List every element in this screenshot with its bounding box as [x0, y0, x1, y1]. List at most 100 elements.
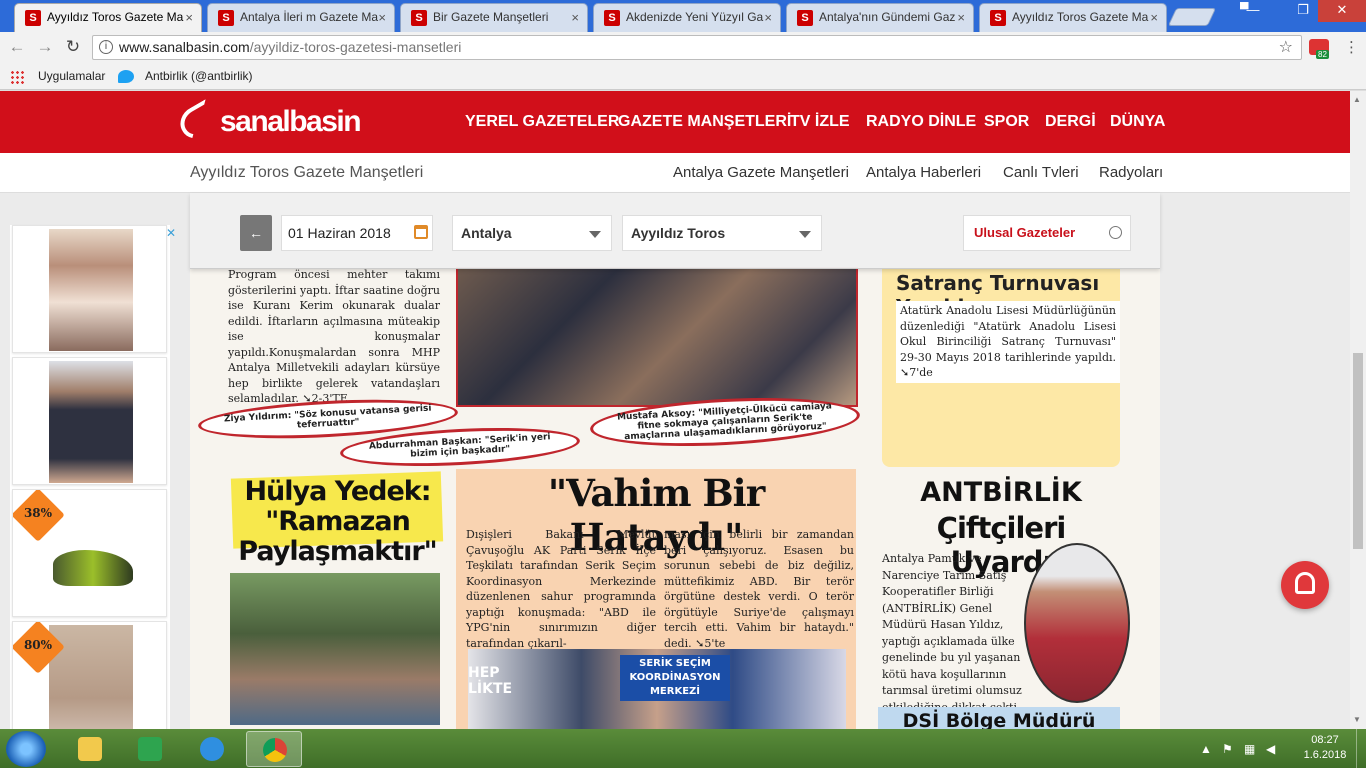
- bell-icon: [1295, 572, 1315, 594]
- notification-bell-button[interactable]: [1281, 561, 1329, 609]
- sanalbasin-favicon-icon: S: [218, 10, 234, 26]
- browser-toolbar: ← → ↻ i www.sanalbasin.com/ayyildiz-toro…: [0, 32, 1366, 62]
- maximize-button[interactable]: ❐: [1288, 0, 1318, 22]
- windows-start-button[interactable]: [6, 731, 46, 767]
- close-icon[interactable]: ×: [185, 4, 193, 31]
- clock-date: 1.6.2018: [1303, 749, 1347, 761]
- scrollbar-thumb[interactable]: [1353, 353, 1363, 549]
- taskbar-store[interactable]: [122, 731, 178, 767]
- apps-grid-icon[interactable]: [10, 70, 24, 84]
- bookmark-star-icon[interactable]: ☆: [1279, 36, 1293, 59]
- bookmarks-bar: Uygulamalar Antbirlik (@antbirlik): [0, 62, 1366, 90]
- nav-gazete-mansetleri[interactable]: GAZETE MANŞETLERİ: [618, 91, 791, 153]
- sub-navigation: Ayyıldız Toros Gazete Manşetleri Antalya…: [0, 153, 1350, 193]
- close-icon[interactable]: ×: [957, 4, 965, 31]
- newspaper-front-page[interactable]: Program öncesi mehter takımı gösterileri…: [190, 193, 1160, 729]
- tray-expand-icon[interactable]: ▲: [1200, 742, 1212, 756]
- browser-tab-strip: S Ayyıldız Toros Gazete Ma × S Antalya İ…: [0, 0, 1366, 32]
- close-icon[interactable]: ×: [1150, 4, 1158, 31]
- folder-icon: [78, 737, 102, 761]
- headline-hulya-yedek: Hülya Yedek: "Ramazan Paylaşmaktır": [238, 476, 437, 567]
- article-iftar-text: Program öncesi mehter takımı gösterileri…: [228, 268, 440, 405]
- calendar-icon[interactable]: [414, 225, 428, 239]
- browser-tab[interactable]: S Akdenizde Yeni Yüzyıl Ga ×: [593, 3, 781, 32]
- city-value: Antalya: [461, 225, 512, 241]
- back-arrow-icon[interactable]: ←: [6, 36, 28, 58]
- ad-image: [49, 361, 133, 483]
- chrome-icon: [263, 738, 287, 762]
- nav-dunya[interactable]: DÜNYA: [1110, 91, 1165, 153]
- network-icon[interactable]: ▦: [1244, 742, 1255, 756]
- headline-dsi: DSİ Bölge Müdürü Coşkun Vatandaşları Uya…: [902, 710, 1096, 729]
- sanalbasin-logo[interactable]: sanalbasin: [174, 99, 362, 145]
- volume-icon[interactable]: ◀: [1266, 742, 1275, 756]
- url-path: /ayyildiz-toros-gazetesi-mansetleri: [249, 39, 462, 55]
- flag-icon[interactable]: ⚑: [1222, 742, 1233, 756]
- forward-arrow-icon[interactable]: →: [34, 36, 56, 58]
- new-tab-button[interactable]: [1167, 8, 1217, 26]
- close-icon[interactable]: ×: [764, 4, 772, 31]
- close-icon[interactable]: ×: [378, 4, 386, 31]
- store-icon: [138, 737, 162, 761]
- scroll-down-icon[interactable]: ▼: [1353, 715, 1361, 724]
- page-scrollbar[interactable]: ▲ ▼: [1350, 91, 1366, 729]
- sublink-antalya-mansetleri[interactable]: Antalya Gazete Manşetleri: [673, 153, 849, 193]
- sanalbasin-favicon-icon: S: [411, 10, 427, 26]
- sanalbasin-favicon-icon: S: [604, 10, 620, 26]
- date-picker[interactable]: 01 Haziran 2018: [281, 215, 433, 251]
- browser-tab[interactable]: S Antalya'nın Gündemi Gaz ×: [786, 3, 974, 32]
- info-icon[interactable]: i: [99, 40, 113, 54]
- taskbar-chrome[interactable]: [246, 731, 302, 767]
- newspaper-select[interactable]: Ayyıldız Toros: [622, 215, 822, 251]
- taskbar-ie[interactable]: [184, 731, 240, 767]
- nav-tv-izle[interactable]: TV İZLE: [790, 91, 850, 153]
- ad-card[interactable]: [12, 357, 167, 485]
- system-clock[interactable]: 08:27 1.6.2018: [1300, 733, 1350, 763]
- chrome-menu-icon[interactable]: ⋮: [1344, 38, 1359, 56]
- close-icon[interactable]: ×: [571, 4, 579, 31]
- ad-card[interactable]: 38%: [12, 489, 167, 617]
- discount-badge-text: 80%: [23, 638, 53, 652]
- tab-title: Antalya'nın Gündemi Gaz: [819, 10, 956, 24]
- page-title: Ayyıldız Toros Gazete Manşetleri: [190, 164, 424, 181]
- browser-tab[interactable]: S Ayyıldız Toros Gazete Ma ×: [979, 3, 1167, 32]
- tab-title: Antalya İleri m Gazete Ma: [240, 10, 379, 24]
- close-window-button[interactable]: ✕: [1318, 0, 1366, 22]
- nav-radyo-dinle[interactable]: RADYO DİNLE: [866, 91, 976, 153]
- headline-antbirlik: ANTBİRLİK: [920, 477, 1082, 508]
- scroll-up-icon[interactable]: ▲: [1353, 95, 1361, 104]
- ad-card[interactable]: 80%: [12, 621, 167, 729]
- ad-close-icon[interactable]: ✕: [166, 226, 176, 240]
- taskbar-explorer[interactable]: [62, 731, 118, 767]
- city-select[interactable]: Antalya: [452, 215, 612, 251]
- minimize-button[interactable]: —: [1238, 0, 1268, 22]
- newspaper-value: Ayyıldız Toros: [631, 225, 726, 241]
- bookmark-antbirlik[interactable]: Antbirlik (@antbirlik): [145, 69, 253, 83]
- sublink-canli-tvleri[interactable]: Canlı Tvleri: [1003, 153, 1079, 193]
- national-newspapers-button[interactable]: Ulusal Gazeteler: [963, 215, 1131, 251]
- nav-spor[interactable]: SPOR: [984, 91, 1029, 153]
- tab-title: Ayyıldız Toros Gazete Ma: [47, 10, 184, 24]
- browser-tab[interactable]: S Antalya İleri m Gazete Ma ×: [207, 3, 395, 32]
- national-label: Ulusal Gazeteler: [974, 225, 1076, 240]
- sublink-antalya-haberleri[interactable]: Antalya Haberleri: [866, 153, 981, 193]
- url-host: www.sanalbasin.com: [119, 39, 250, 55]
- chevron-down-icon: [589, 231, 601, 238]
- nav-yerel-gazeteler[interactable]: YEREL GAZETELER: [465, 91, 619, 153]
- address-bar[interactable]: i www.sanalbasin.com/ayyildiz-toros-gaze…: [92, 35, 1302, 60]
- bookmark-apps[interactable]: Uygulamalar: [38, 69, 105, 83]
- photo-banner-text: HEP LİKTE: [468, 665, 513, 697]
- browser-tab[interactable]: S Bir Gazete Manşetleri ×: [400, 3, 588, 32]
- twitter-icon: [118, 70, 134, 83]
- page-viewport: sanalbasin YEREL GAZETELER GAZETE MANŞET…: [0, 91, 1350, 729]
- reload-icon[interactable]: ↻: [62, 36, 84, 58]
- browser-tab[interactable]: S Ayyıldız Toros Gazete Ma ×: [14, 3, 202, 32]
- internet-explorer-icon: [200, 737, 224, 761]
- show-desktop-button[interactable]: [1356, 729, 1366, 768]
- hulya-yedek-photo: [230, 573, 440, 725]
- sublink-radyolari[interactable]: Radyoları: [1099, 153, 1163, 193]
- previous-day-button[interactable]: ←: [240, 215, 272, 251]
- ad-card[interactable]: [12, 225, 167, 353]
- nav-dergi[interactable]: DERGİ: [1045, 91, 1096, 153]
- ad-image: [49, 229, 133, 351]
